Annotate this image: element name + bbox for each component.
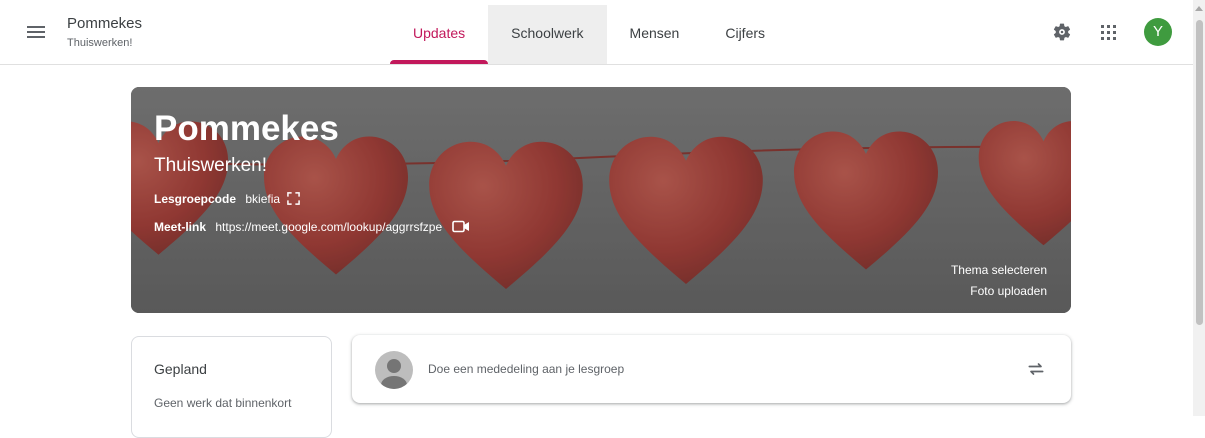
tab-schoolwerk[interactable]: Schoolwerk [488, 5, 607, 64]
class-code-row: Lesgroepcode bkiefia [154, 192, 301, 206]
apps-grid-icon[interactable] [1100, 24, 1118, 42]
tab-mensen[interactable]: Mensen [607, 5, 703, 64]
course-title[interactable]: Pommekes [67, 15, 142, 32]
announcement-placeholder[interactable]: Doe een mededeling aan je lesgroep [428, 362, 624, 376]
course-subtitle: Thuiswerken! [67, 37, 133, 49]
tab-updates[interactable]: Updates [390, 5, 489, 64]
announcement-composer[interactable]: Doe een mededeling aan je lesgroep [352, 335, 1071, 403]
meet-link-label: Meet-link [154, 220, 207, 234]
gear-icon[interactable] [1052, 22, 1072, 42]
select-theme-link[interactable]: Thema selecteren [951, 263, 1047, 277]
upload-photo-link[interactable]: Foto uploaden [970, 284, 1047, 298]
tab-cijfers[interactable]: Cijfers [702, 5, 788, 64]
class-code-value: bkiefia [245, 192, 281, 206]
tab-bar: Updates Schoolwerk Mensen Cijfers [390, 5, 788, 64]
repost-icon[interactable] [1026, 359, 1046, 379]
class-code-label: Lesgroepcode [154, 192, 237, 206]
upcoming-panel: Gepland Geen werk dat binnenkort [131, 336, 332, 438]
scroll-up-arrow-icon[interactable] [1195, 6, 1203, 11]
scrollbar-thumb[interactable] [1196, 20, 1203, 325]
upcoming-title: Gepland [154, 361, 207, 377]
fullscreen-icon[interactable] [287, 192, 301, 205]
meet-link-row: Meet-link https://meet.google.com/lookup… [154, 220, 470, 234]
banner-subtitle: Thuiswerken! [154, 155, 267, 176]
course-banner: Pommekes Thuiswerken! Lesgroepcode bkief… [131, 87, 1071, 313]
user-avatar-icon [375, 351, 413, 389]
video-camera-icon[interactable] [451, 220, 470, 233]
top-app-bar: Pommekes Thuiswerken! Updates Schoolwerk… [0, 0, 1193, 65]
banner-title: Pommekes [154, 109, 339, 148]
upcoming-empty-text: Geen werk dat binnenkort [154, 396, 292, 410]
menu-icon[interactable] [24, 20, 48, 44]
avatar[interactable]: Y [1144, 18, 1172, 46]
meet-link-url[interactable]: https://meet.google.com/lookup/aggrrsfzp… [215, 220, 442, 234]
